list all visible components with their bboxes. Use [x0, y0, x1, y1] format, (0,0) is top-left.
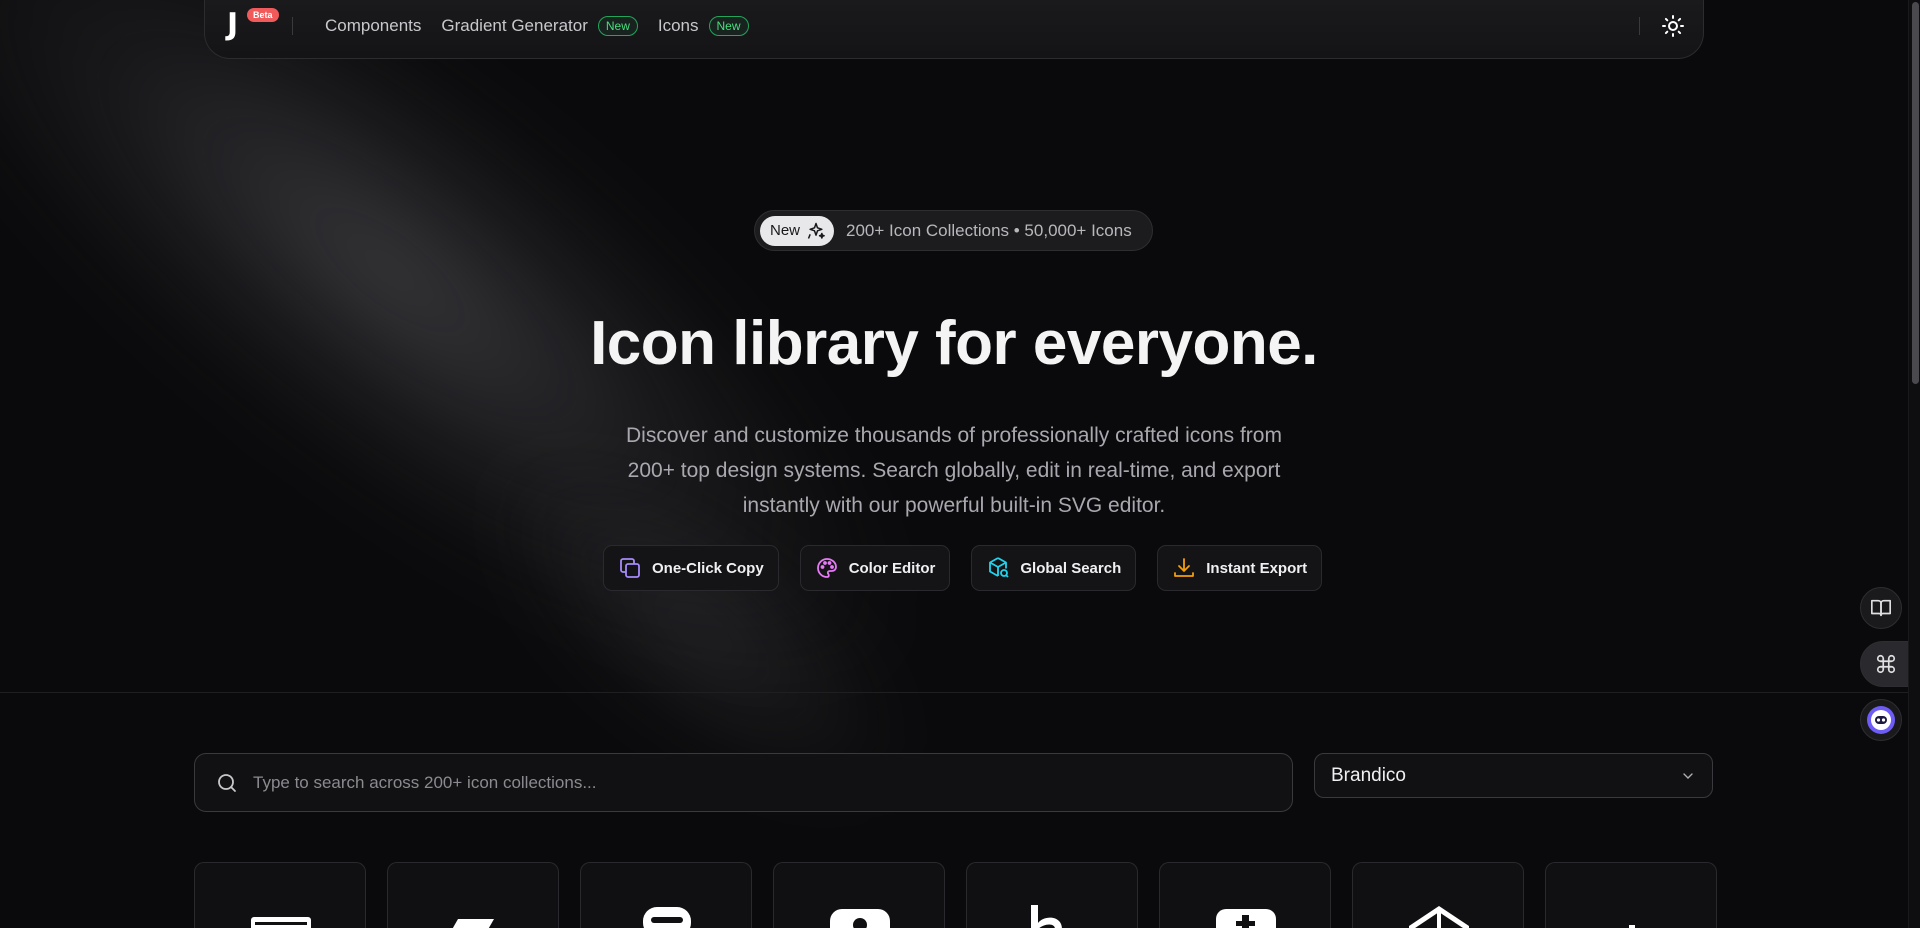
feature-label: Global Search	[1020, 559, 1122, 577]
search-input[interactable]	[253, 772, 1153, 793]
floating-toolbar	[1850, 587, 1912, 741]
page-scrollbar[interactable]	[1908, 0, 1920, 928]
docs-button[interactable]	[1860, 587, 1902, 629]
sparkles-icon	[807, 222, 825, 239]
nav-link-label: Gradient Generator	[441, 16, 588, 35]
brand-icon	[452, 919, 494, 928]
nav-link-label: Components	[325, 16, 422, 35]
nav-divider	[1639, 17, 1640, 35]
nav-links: Components Gradient Generator New Icons …	[325, 16, 749, 36]
pill-new-label: New	[770, 222, 801, 239]
nav-link-label: Icons	[657, 16, 699, 35]
icon-tile[interactable]	[1352, 862, 1524, 928]
feature-color-editor[interactable]: Color Editor	[799, 545, 951, 591]
announcement-pill[interactable]: New 200+ Icon Collections • 50,000+ Icon…	[754, 210, 1153, 251]
icon-tile[interactable]	[194, 862, 366, 928]
feature-label: Instant Export	[1206, 559, 1308, 577]
feature-instant-export[interactable]: Instant Export	[1157, 545, 1323, 591]
assistant-button[interactable]	[1860, 699, 1902, 741]
brand-icon	[1031, 905, 1062, 928]
hero-subtitle: Discover and customize thousands of prof…	[626, 424, 1282, 517]
nav-link-icons[interactable]: Icons New	[658, 16, 749, 36]
top-navbar: J Beta Components Gradient Generator New…	[204, 0, 1704, 59]
logo[interactable]: J Beta	[225, 6, 279, 42]
feature-list: One-Click Copy Color Editor Global Searc…	[603, 545, 1323, 591]
search-cube-icon	[989, 557, 1009, 578]
new-badge: New	[708, 16, 749, 36]
feature-label: Color Editor	[848, 559, 936, 577]
pill-new-badge: New	[760, 215, 835, 246]
brand-icon	[1409, 905, 1469, 928]
feature-one-click-copy[interactable]: One-Click Copy	[603, 545, 779, 591]
search-bar[interactable]	[194, 753, 1293, 812]
icon-tile[interactable]	[580, 862, 752, 928]
collection-select[interactable]: Brandico	[1314, 753, 1713, 798]
beta-badge: Beta	[247, 8, 279, 22]
logo-letter: J	[227, 7, 239, 42]
section-divider	[0, 692, 1908, 693]
nav-link-gradient-generator[interactable]: Gradient Generator New	[441, 16, 638, 36]
nav-link-components[interactable]: Components	[325, 16, 421, 36]
feature-global-search[interactable]: Global Search	[971, 545, 1137, 591]
icon-tile[interactable]	[966, 862, 1138, 928]
chevron-down-icon	[1683, 772, 1693, 779]
palette-icon	[816, 558, 837, 578]
brand-icon	[830, 909, 890, 928]
icon-grid	[194, 862, 1717, 928]
theme-toggle-button[interactable]	[1661, 14, 1685, 38]
icon-tile[interactable]	[773, 862, 945, 928]
icon-tile[interactable]	[1545, 862, 1717, 928]
command-menu-button[interactable]	[1860, 641, 1912, 687]
copy-icon	[620, 558, 640, 578]
collection-select-value: Brandico	[1331, 764, 1406, 786]
icon-tile[interactable]	[1159, 862, 1331, 928]
brand-icon	[1629, 925, 1635, 928]
pill-text: 200+ Icon Collections • 50,000+ Icons	[846, 220, 1132, 240]
search-icon	[218, 773, 236, 792]
scrollbar-thumb[interactable]	[1912, 2, 1919, 384]
nav-divider	[292, 17, 293, 35]
book-icon	[1871, 599, 1891, 617]
icon-tile[interactable]	[387, 862, 559, 928]
new-badge: New	[597, 16, 638, 36]
bot-icon	[1867, 706, 1895, 734]
download-icon	[1174, 558, 1195, 577]
feature-label: One-Click Copy	[652, 559, 764, 577]
page-title: Icon library for everyone.	[590, 309, 1318, 378]
brand-icon	[643, 907, 691, 928]
sun-icon	[1662, 15, 1684, 37]
command-icon	[1876, 654, 1896, 674]
brand-icon	[251, 917, 311, 928]
brand-icon	[1216, 909, 1276, 928]
